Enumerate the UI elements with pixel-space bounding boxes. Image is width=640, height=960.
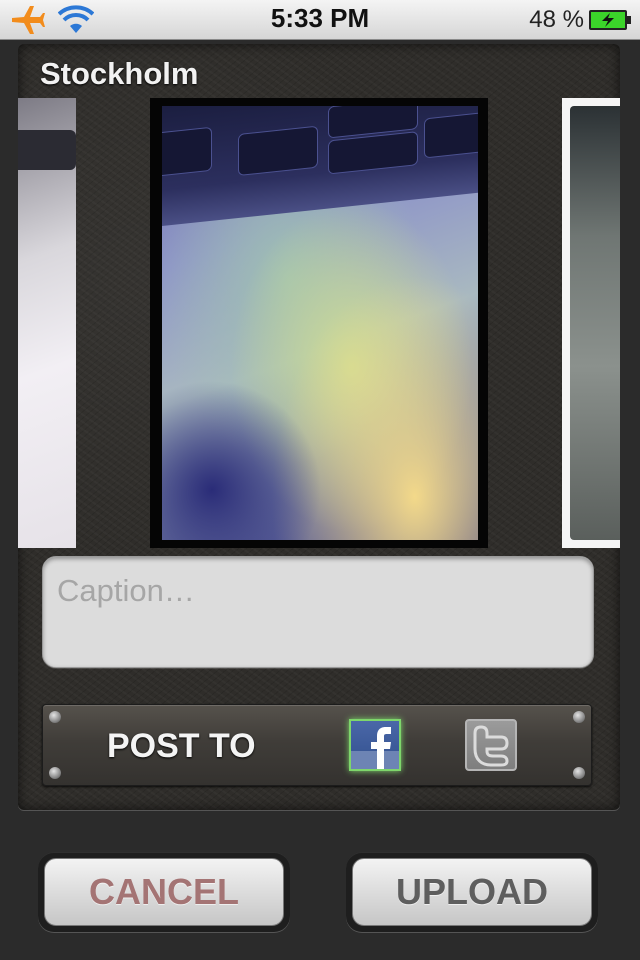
photo-previous[interactable] xyxy=(18,98,76,548)
photo-key xyxy=(238,125,318,177)
photo-next-image xyxy=(570,106,620,540)
photo-previous-content xyxy=(18,130,76,170)
photo-current[interactable] xyxy=(150,98,488,548)
twitter-icon xyxy=(473,725,509,767)
post-to-bar: POST TO xyxy=(42,704,592,786)
post-to-label: POST TO xyxy=(107,727,256,765)
facebook-toggle[interactable] xyxy=(349,719,401,771)
status-bar: 5:33 PM 48 % xyxy=(0,0,640,40)
photo-key xyxy=(162,126,212,178)
screw-icon xyxy=(573,767,585,779)
battery-charging-icon xyxy=(589,10,631,30)
photo-key xyxy=(424,112,478,159)
photo-shadow xyxy=(162,380,322,540)
cancel-button-frame: CANCEL xyxy=(38,852,290,932)
upload-button-frame: UPLOAD xyxy=(346,852,598,932)
photo-key xyxy=(328,131,418,175)
twitter-toggle[interactable] xyxy=(465,719,517,771)
screw-icon xyxy=(573,711,585,723)
upload-button[interactable]: UPLOAD xyxy=(352,858,592,926)
facebook-icon xyxy=(351,727,399,769)
caption-input[interactable] xyxy=(42,556,594,668)
screw-icon xyxy=(49,711,61,723)
photo-current-image xyxy=(162,106,478,540)
cancel-button[interactable]: CANCEL xyxy=(44,858,284,926)
screw-icon xyxy=(49,767,61,779)
photo-share-panel: Stockholm xyxy=(18,44,620,810)
location-title: Stockholm xyxy=(40,56,199,91)
photo-keyboard-area xyxy=(162,106,478,226)
photo-next[interactable] xyxy=(562,98,620,548)
battery-percent: 48 % xyxy=(529,6,584,33)
